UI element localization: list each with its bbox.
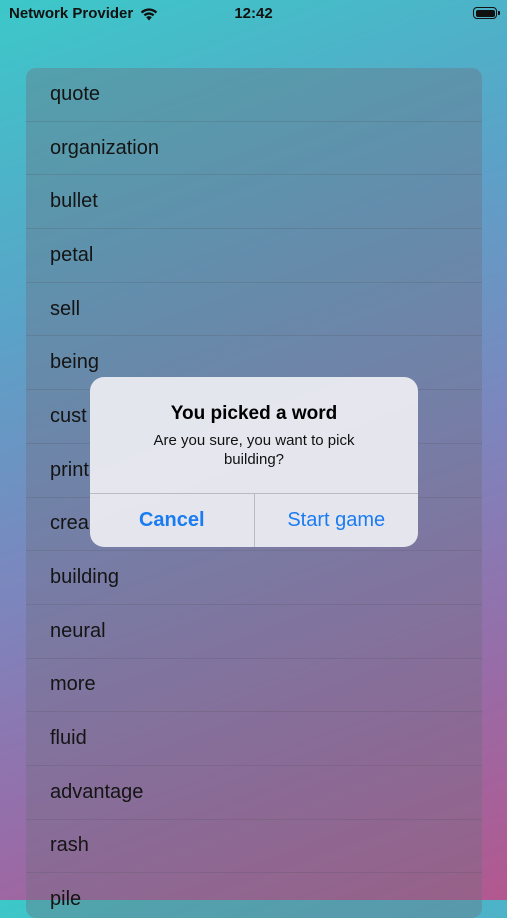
- dialog-message: Are you sure, you want to pick building?: [153, 432, 355, 468]
- start-game-button[interactable]: Start game: [255, 494, 419, 547]
- clock: 12:42: [234, 5, 273, 22]
- battery-level: [475, 9, 495, 17]
- list-item[interactable]: petal: [26, 229, 482, 283]
- list-item[interactable]: bullet: [26, 175, 482, 230]
- status-bar: Network Provider 12:42: [0, 0, 507, 30]
- cancel-button[interactable]: Cancel: [90, 494, 255, 547]
- confirm-dialog: You picked a word Are you sure, you want…: [90, 377, 418, 547]
- list-item[interactable]: fluid: [26, 712, 482, 766]
- list-item[interactable]: neural: [26, 605, 482, 659]
- list-item[interactable]: advantage: [26, 766, 482, 820]
- list-item[interactable]: more: [26, 659, 482, 713]
- dialog-actions: Cancel Start game: [90, 493, 418, 547]
- list-item[interactable]: building: [26, 551, 482, 605]
- list-item[interactable]: pile: [26, 873, 482, 918]
- list-item[interactable]: organization: [26, 122, 482, 176]
- list-item[interactable]: quote: [26, 68, 482, 122]
- dialog-title: You picked a word: [170, 403, 338, 424]
- list-item[interactable]: sell: [26, 283, 482, 337]
- list-item[interactable]: rash: [26, 820, 482, 874]
- battery-icon: [473, 7, 500, 19]
